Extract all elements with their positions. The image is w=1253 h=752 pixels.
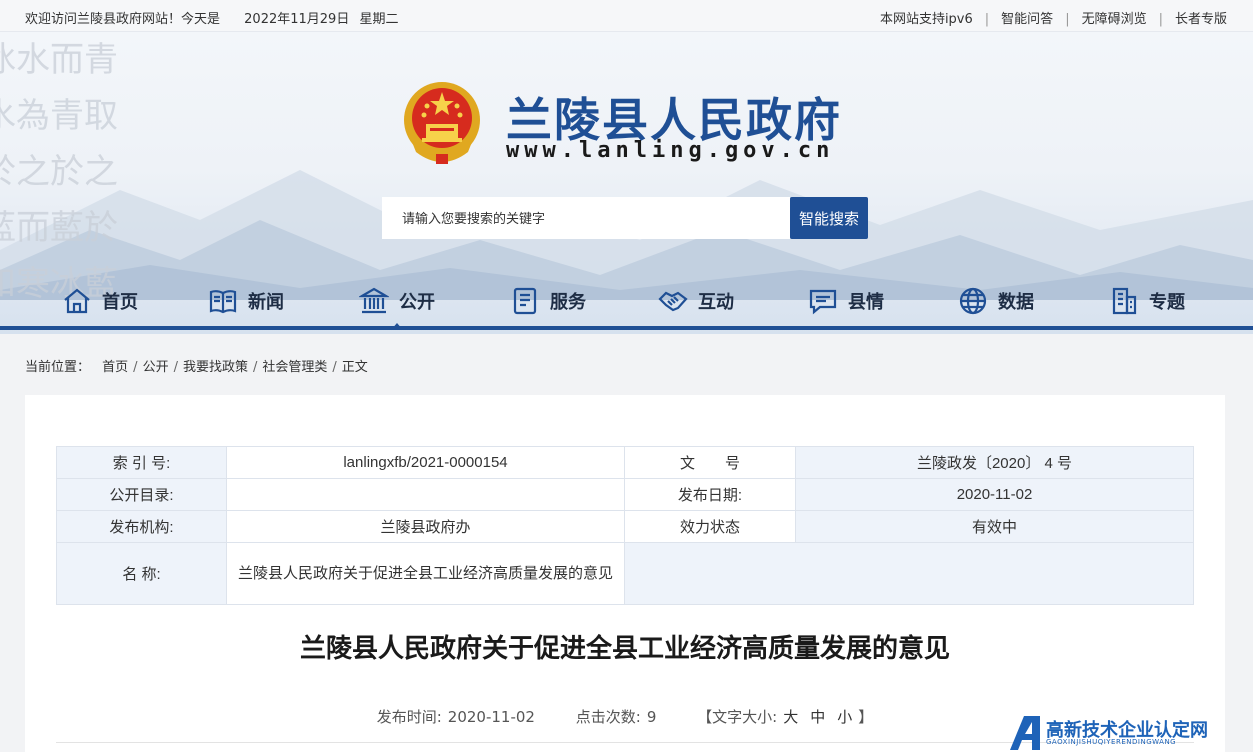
breadcrumb-label: 当前位置： [25,360,91,375]
breadcrumb-current: 正文 [341,360,368,375]
search-input[interactable] [382,197,790,239]
smart-qa-link[interactable]: 智能问答 [1001,12,1053,27]
pub-time: 发布时间: 2020-11-02 [377,708,535,726]
welcome-message: 欢迎访问兰陵县政府网站！今天是 [25,12,221,27]
welcome-text: 欢迎访问兰陵县政府网站！今天是 2022年11月29日 星期二 [25,8,404,27]
current-weekday: 星期二 [359,12,399,27]
font-medium-button[interactable]: 中 [810,708,825,726]
nav-special[interactable]: 专题 [1109,280,1185,322]
meta-row: 名 称: 兰陵县人民政府关于促进全县工业经济高质量发展的意见 [56,542,1194,605]
top-bar: 欢迎访问兰陵县政府网站！今天是 2022年11月29日 星期二 本网站支持ipv… [0,0,1253,32]
calligraphy-line: 於之於之 [0,152,118,192]
click-count: 点击次数: 9 [576,708,657,726]
nav-label: 专题 [1149,292,1185,313]
name-value: 兰陵县人民政府关于促进全县工业经济高质量发展的意见 [226,542,625,605]
calligraphy-decoration: 冰水而青 水為青取 於之於之 藍而藍於 和寒冰藍 [0,32,200,304]
search-bar: 智能搜索 [382,197,868,239]
nav-label: 互动 [698,292,734,313]
pub-date-label: 发布日期: [624,478,796,511]
calligraphy-line: 藍而藍於 [0,208,118,248]
click-count-value: 9 [646,708,657,726]
meta-row: 发布机构: 兰陵县政府办 效力状态 有效中 [56,510,1194,543]
building-icon [1112,287,1137,315]
breadcrumb-home[interactable]: 首页 [102,360,128,375]
nav-data[interactable]: 数据 [958,280,1034,322]
name-label: 名 称: [56,542,227,605]
breadcrumb-find-policy[interactable]: 我要找政策 [183,360,248,375]
newspaper-icon [209,290,237,314]
breadcrumb-social-management[interactable]: 社会管理类 [262,360,327,375]
main-nav: 首页 新闻 公开 服务 互动 县情 数据 专题 [0,280,1253,330]
pub-time-label: 发布时间: [376,708,442,726]
nav-underline-bar [0,326,1253,330]
chat-bubble-icon [809,289,837,315]
site-url: www.lanling.gov.cn [506,138,835,163]
nav-label: 公开 [399,292,435,313]
font-size-label: 【文字大小: [697,708,778,726]
site-header: 冰水而青 水為青取 於之於之 藍而藍於 和寒冰藍 兰陵县人民政府 www.lan… [0,32,1253,334]
breadcrumb-open[interactable]: 公开 [143,360,169,375]
smart-search-button[interactable]: 智能搜索 [790,197,868,239]
current-date: 2022年11月29日 [244,12,350,27]
nav-label: 新闻 [248,292,284,313]
font-size-control: 【文字大小: 大中小】 [697,708,873,726]
click-count-label: 点击次数: [575,708,641,726]
nav-label: 首页 [102,292,138,313]
nav-interact[interactable]: 互动 [658,280,734,322]
status-value: 有效中 [795,510,1194,543]
article-container: 索 引 号: lanlingxfb/2021-0000154 文 号 兰陵政发〔… [25,395,1225,752]
home-icon [64,288,90,314]
calligraphy-line: 冰水而青 [0,40,118,80]
catalog-value [226,478,625,511]
watermark-subtext: GAOXINJISHUQIYERENDINGWANG [1046,738,1177,746]
article-title: 兰陵县人民政府关于促进全县工业经济高质量发展的意见 [299,634,950,664]
status-label: 效力状态 [624,510,796,543]
document-meta-table: 索 引 号: lanlingxfb/2021-0000154 文 号 兰陵政发〔… [56,446,1194,605]
nav-home[interactable]: 首页 [62,280,138,322]
data-globe-icon [959,287,987,315]
org-label: 发布机构: [56,510,227,543]
doc-no-value: 兰陵政发〔2020〕 4 号 [795,446,1194,479]
national-emblem-icon [404,82,480,164]
government-building-icon [359,287,389,314]
ipv6-link[interactable]: 本网站支持ipv6 [880,12,973,27]
nav-label: 服务 [550,292,586,313]
font-size-end: 】 [858,708,874,726]
empty-cell [624,542,1194,605]
nav-service[interactable]: 服务 [510,280,586,322]
font-small-button[interactable]: 小 [837,708,852,726]
pub-date-value: 2020-11-02 [795,478,1194,511]
pub-time-value: 2020-11-02 [447,708,535,726]
nav-label: 数据 [998,292,1034,313]
accessibility-link[interactable]: 无障碍浏览 [1082,12,1147,27]
handshake-icon [658,291,688,312]
meta-row: 公开目录: 发布日期: 2020-11-02 [56,478,1194,511]
service-document-icon [513,287,537,315]
nav-open[interactable]: 公开 [359,280,435,330]
index-no-label: 索 引 号: [56,446,227,479]
org-value: 兰陵县政府办 [226,510,625,543]
index-no-value: lanlingxfb/2021-0000154 [226,446,625,479]
elder-version-link[interactable]: 长者专版 [1175,12,1227,27]
breadcrumb: 当前位置： 首页 / 公开 / 我要找政策 / 社会管理类 / 正文 [25,360,368,375]
nav-label: 县情 [848,292,884,313]
meta-row: 索 引 号: lanlingxfb/2021-0000154 文 号 兰陵政发〔… [56,446,1194,479]
calligraphy-line: 水為青取 [0,96,118,136]
doc-no-label: 文 号 [624,446,796,479]
nav-news[interactable]: 新闻 [208,280,284,322]
top-links: 本网站支持ipv6 | 智能问答 | 无障碍浏览 | 长者专版 [879,12,1227,27]
nav-county[interactable]: 县情 [808,280,884,322]
font-large-button[interactable]: 大 [783,708,798,726]
catalog-label: 公开目录: [56,478,227,511]
